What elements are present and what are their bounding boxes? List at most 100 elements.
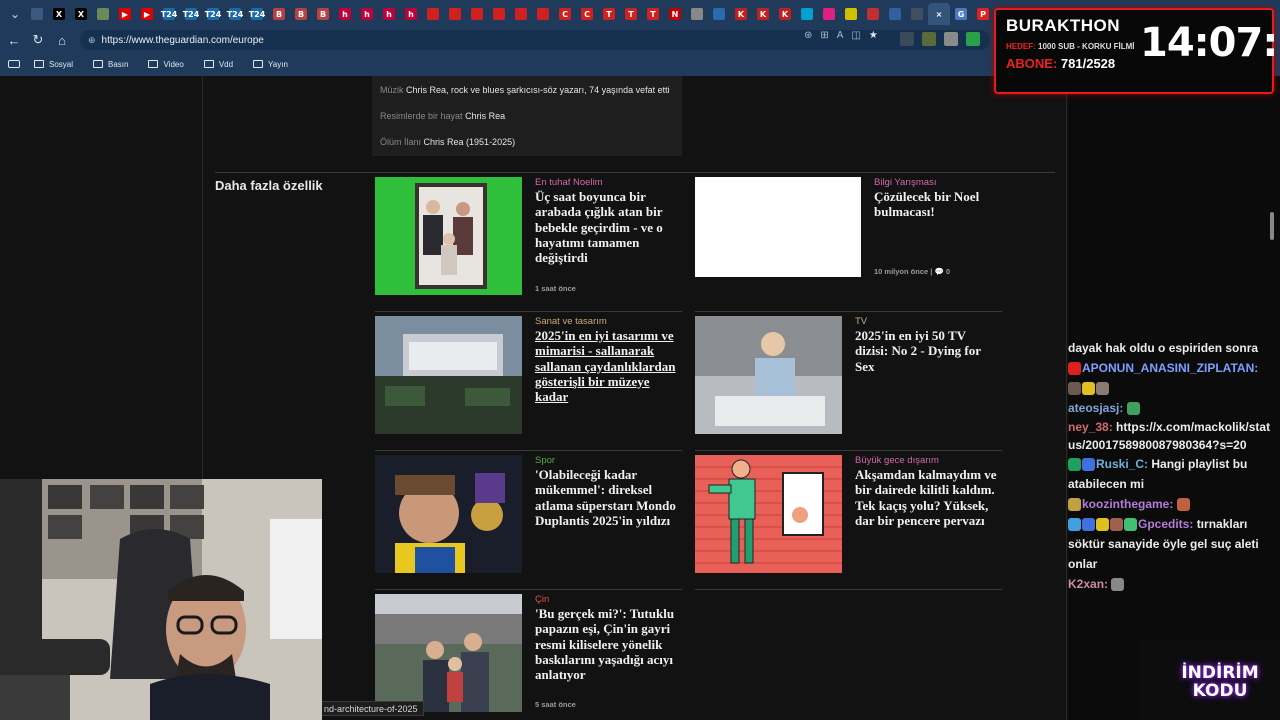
- browser-tab[interactable]: [884, 3, 906, 25]
- browser-tab[interactable]: [862, 3, 884, 25]
- browser-tab[interactable]: P: [972, 3, 994, 25]
- browser-tab[interactable]: T: [598, 3, 620, 25]
- folder-icon: [253, 60, 264, 68]
- article-thumbnail[interactable]: [375, 594, 522, 712]
- article-thumbnail[interactable]: [695, 316, 842, 434]
- tab-favicon-icon: [845, 8, 857, 20]
- back-icon[interactable]: ←: [2, 28, 26, 52]
- browser-tab[interactable]: h: [334, 3, 356, 25]
- bookmark-folder-video[interactable]: Video: [148, 60, 184, 69]
- site-info-icon[interactable]: ⊕: [88, 35, 96, 46]
- article-kicker: Çin: [535, 594, 550, 605]
- article-card[interactable]: Bilgi Yarışması Çözülecek bir Noel bulma…: [695, 177, 1002, 305]
- extension-icon[interactable]: [966, 32, 980, 46]
- article-thumbnail[interactable]: [375, 316, 522, 434]
- browser-tab[interactable]: [708, 3, 730, 25]
- browser-tab[interactable]: [422, 3, 444, 25]
- browser-tab[interactable]: [532, 3, 554, 25]
- browser-tab[interactable]: B: [290, 3, 312, 25]
- browser-tab[interactable]: N: [664, 3, 686, 25]
- article-headline[interactable]: Üç saat boyunca bir arabada çığlık atan …: [535, 189, 682, 265]
- article-card[interactable]: Sanat ve tasarım 2025'in en iyi tasarımı…: [375, 311, 682, 444]
- article-card[interactable]: Spor 'Olabileceği kadar mükemmel': direk…: [375, 450, 682, 583]
- browser-tab[interactable]: [92, 3, 114, 25]
- extension-icon[interactable]: [944, 32, 958, 46]
- bookmark-folder-sosyal[interactable]: Sosyal: [34, 60, 73, 69]
- browser-tab[interactable]: T24: [224, 3, 246, 25]
- browser-tab[interactable]: [796, 3, 818, 25]
- browser-tab[interactable]: [840, 3, 862, 25]
- browser-tab[interactable]: T24: [158, 3, 180, 25]
- favorite-star-icon[interactable]: ★: [869, 30, 878, 41]
- browser-tab[interactable]: X: [48, 3, 70, 25]
- bookmark-folder-basin[interactable]: Basın: [93, 60, 128, 69]
- browser-tab[interactable]: h: [400, 3, 422, 25]
- browser-tab[interactable]: B: [312, 3, 334, 25]
- browser-tab[interactable]: K: [752, 3, 774, 25]
- browser-tab[interactable]: B: [268, 3, 290, 25]
- status-url-popup: nd-architecture-of-2025: [318, 701, 424, 716]
- browser-tab[interactable]: G: [950, 3, 972, 25]
- bookmark-folder-yayin[interactable]: Yayın: [253, 60, 288, 69]
- split-screen-icon[interactable]: ◫: [851, 30, 860, 41]
- article-thumbnail[interactable]: [695, 455, 842, 573]
- article-headline[interactable]: 2025'in en iyi 50 TV dizisi: No 2 - Dyin…: [855, 328, 1002, 374]
- tab-favicon-icon: C: [581, 8, 593, 20]
- extension-icon[interactable]: [900, 32, 914, 46]
- tab-favicon-icon: h: [361, 8, 373, 20]
- browser-tab[interactable]: [906, 3, 928, 25]
- reload-icon[interactable]: ↻: [26, 28, 50, 52]
- article-headline[interactable]: Akşamdan kalmaydım ve bir dairede kilitl…: [855, 467, 1002, 528]
- article-headline[interactable]: 'Bu gerçek mi?': Tutuklu papazın eşi, Çi…: [535, 606, 682, 682]
- article-thumbnail[interactable]: [375, 455, 522, 573]
- browser-tab[interactable]: [26, 3, 48, 25]
- browser-tab[interactable]: X: [70, 3, 92, 25]
- browser-tab[interactable]: [488, 3, 510, 25]
- tab-list-chevron-icon[interactable]: ⌄: [4, 3, 26, 25]
- extension-icon[interactable]: [922, 32, 936, 46]
- browser-tab[interactable]: T24: [180, 3, 202, 25]
- article-headline[interactable]: 2025'in en iyi tasarımı ve mimarisi - sa…: [535, 328, 682, 404]
- article-thumbnail[interactable]: [375, 177, 522, 295]
- bookmark-folder-vdd[interactable]: Vdd: [203, 60, 233, 69]
- bookmarks-apps-icon[interactable]: [8, 60, 20, 68]
- browser-tab[interactable]: h: [378, 3, 400, 25]
- card-rule: [375, 311, 682, 312]
- browser-tab[interactable]: T: [620, 3, 642, 25]
- read-aloud-icon[interactable]: A: [837, 30, 844, 41]
- related-link[interactable]: Ölüm İlanı Chris Rea (1951-2025): [380, 137, 515, 147]
- browser-tab[interactable]: [466, 3, 488, 25]
- browser-tab[interactable]: [686, 3, 708, 25]
- related-link[interactable]: Resimlerde bir hayat Chris Rea: [380, 111, 505, 121]
- related-link[interactable]: Müzik Chris Rea, rock ve blues şarkıcısı…: [380, 85, 670, 95]
- browser-tab[interactable]: C: [576, 3, 598, 25]
- url-text: https://www.theguardian.com/europe: [101, 34, 264, 46]
- apps-icon[interactable]: ⊞: [820, 30, 828, 41]
- browser-tab[interactable]: K: [730, 3, 752, 25]
- article-headline[interactable]: Çözülecek bir Noel bulmacası!: [874, 189, 1021, 220]
- browser-tab[interactable]: [818, 3, 840, 25]
- article-headline[interactable]: 'Olabileceği kadar mükemmel': direksel a…: [535, 467, 682, 528]
- browser-tab[interactable]: h: [356, 3, 378, 25]
- browser-tab[interactable]: K: [774, 3, 796, 25]
- chat-message: [1068, 378, 1273, 398]
- browser-tab[interactable]: [444, 3, 466, 25]
- article-card[interactable]: Büyük gece dışarım Akşamdan kalmaydım ve…: [695, 450, 1002, 583]
- chat-message: ateosjasj:: [1068, 398, 1273, 418]
- article-thumbnail[interactable]: [695, 177, 861, 277]
- browser-tab[interactable]: T24: [202, 3, 224, 25]
- browser-tab[interactable]: ×: [928, 3, 950, 25]
- article-card[interactable]: TV 2025'in en iyi 50 TV dizisi: No 2 - D…: [695, 311, 1002, 444]
- translate-icon[interactable]: ⊛: [804, 30, 812, 41]
- article-card[interactable]: En tuhaf Noelim Üç saat boyunca bir arab…: [375, 177, 682, 305]
- browser-tab[interactable]: T24: [246, 3, 268, 25]
- browser-tab[interactable]: ▶: [136, 3, 158, 25]
- browser-tab[interactable]: C: [554, 3, 576, 25]
- home-icon[interactable]: ⌂: [50, 28, 74, 52]
- browser-tab[interactable]: [510, 3, 532, 25]
- card-rule: [375, 450, 682, 451]
- browser-tab[interactable]: ▶: [114, 3, 136, 25]
- tab-favicon-icon: [691, 8, 703, 20]
- scrollbar-thumb[interactable]: [1270, 212, 1274, 240]
- browser-tab[interactable]: T: [642, 3, 664, 25]
